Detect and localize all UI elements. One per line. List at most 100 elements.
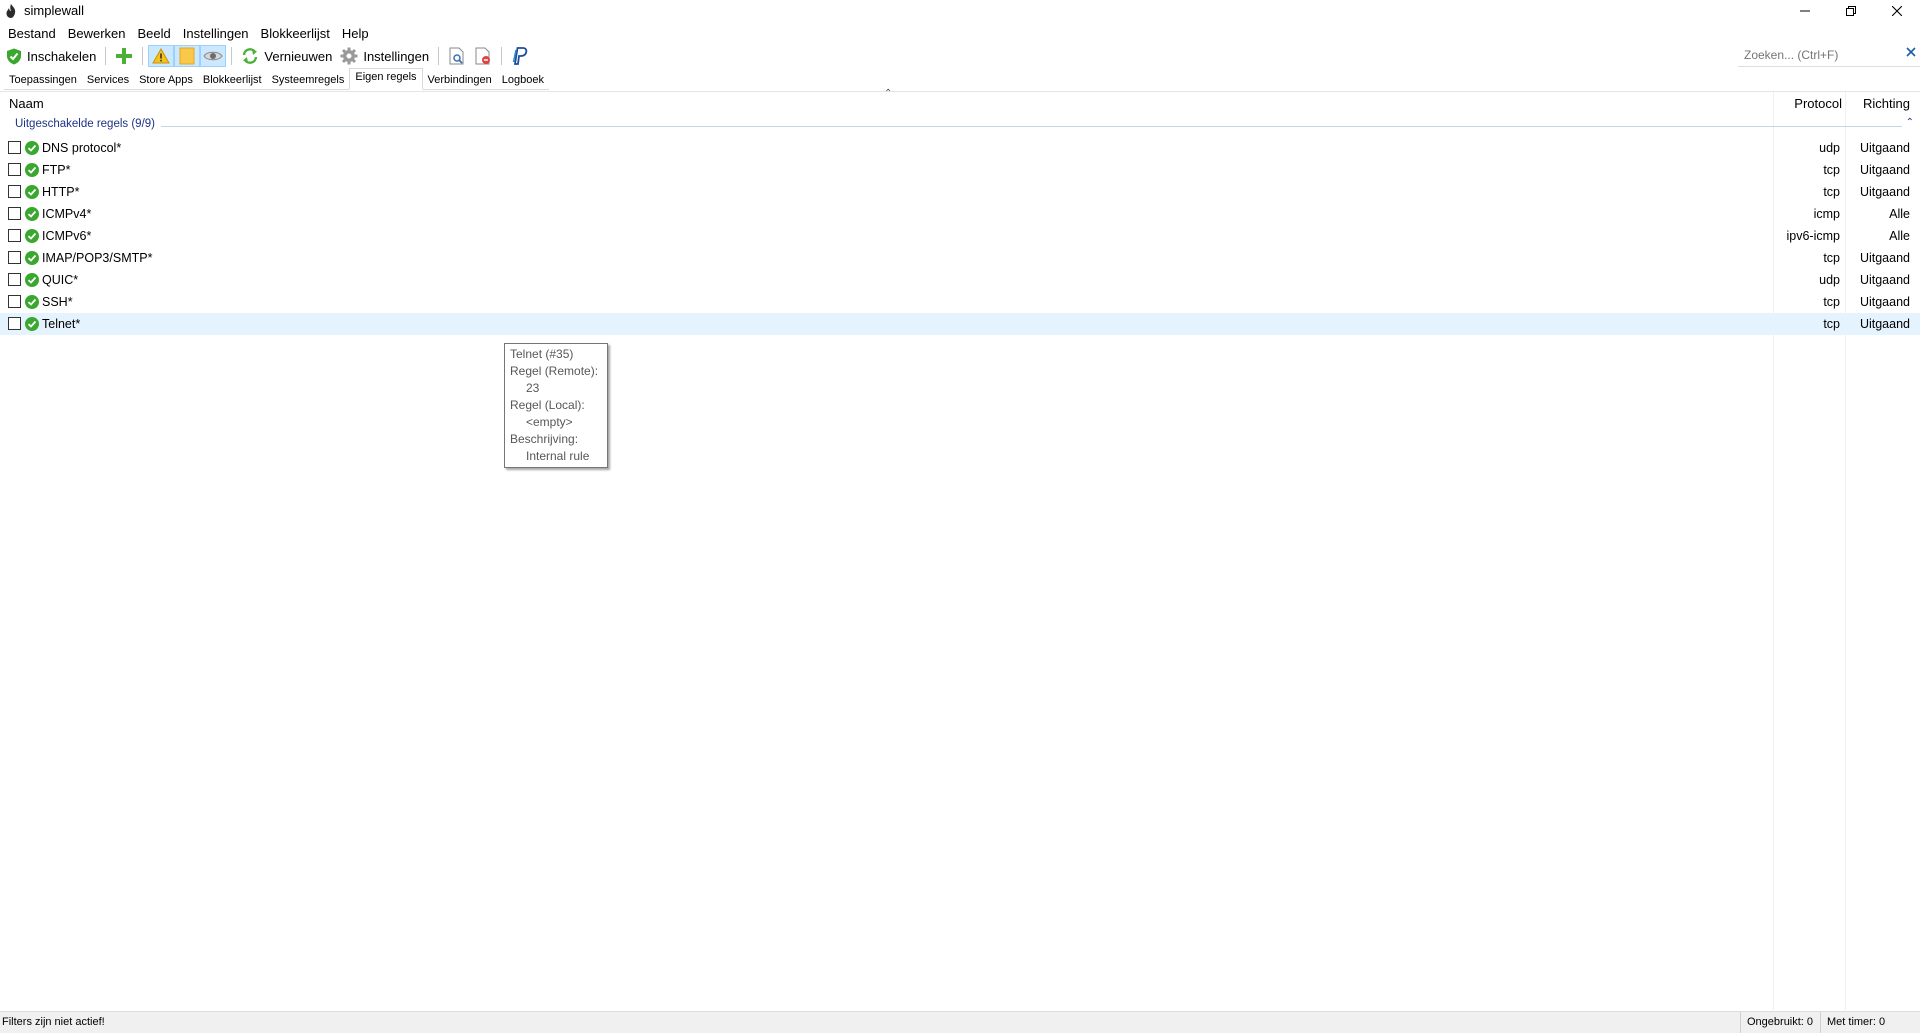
add-button[interactable] (111, 45, 137, 67)
rule-name: FTP* (42, 163, 71, 177)
list-header: ⌃ Naam Protocol Richting (0, 88, 1920, 116)
rule-name: HTTP* (42, 185, 80, 199)
table-row[interactable]: ICMPv6* ipv6-icmp Alle (0, 225, 1920, 247)
rule-name: IMAP/POP3/SMTP* (42, 251, 153, 265)
check-circle-icon (25, 251, 39, 265)
toolbar-separator (105, 47, 107, 65)
tab-services[interactable]: Services (81, 70, 135, 90)
menu-help[interactable]: Help (336, 24, 375, 44)
table-row[interactable]: ICMPv4* icmp Alle (0, 203, 1920, 225)
open-log-button[interactable] (444, 45, 470, 67)
refresh-button[interactable]: Vernieuwen (237, 45, 336, 67)
tooltip-description-label: Beschrijving: (510, 432, 579, 446)
rule-checkbox[interactable] (8, 229, 21, 242)
toolbar-separator (438, 47, 440, 65)
rule-name: ICMPv4* (42, 207, 92, 221)
rule-checkbox[interactable] (8, 273, 21, 286)
rule-direction: Uitgaand (1859, 163, 1910, 177)
group-label: Uitgeschakelde regels (9/9) (15, 118, 161, 130)
table-row[interactable]: Telnet* tcp Uitgaand (0, 313, 1920, 335)
log-clear-icon (475, 47, 491, 65)
rules-list[interactable]: ⌃ Naam Protocol Richting Uitgeschakelde … (0, 88, 1920, 1010)
enable-filters-button[interactable]: Inschakelen (0, 45, 100, 67)
restore-icon (1846, 6, 1856, 16)
table-row[interactable]: SSH* tcp Uitgaand (0, 291, 1920, 313)
rule-checkbox[interactable] (8, 141, 21, 154)
settings-label: Instellingen (363, 48, 430, 64)
table-row[interactable]: QUIC* udp Uitgaand (0, 269, 1920, 291)
menu-file[interactable]: Bestand (0, 24, 62, 44)
tooltip-remote-label: Regel (Remote): (510, 364, 599, 378)
rule-name: SSH* (42, 295, 73, 309)
rule-checkbox[interactable] (8, 185, 21, 198)
show-hide-toggle[interactable] (200, 45, 227, 67)
table-row[interactable]: IMAP/POP3/SMTP* tcp Uitgaand (0, 247, 1920, 269)
tab-connections[interactable]: Verbindingen (422, 70, 497, 90)
title-bar: simplewall (0, 0, 1920, 22)
menu-blocklist[interactable]: Blokkeerlijst (255, 24, 336, 44)
table-row[interactable]: FTP* tcp Uitgaand (0, 159, 1920, 181)
rule-protocol: tcp (1823, 185, 1840, 199)
menu-settings[interactable]: Instellingen (177, 24, 255, 44)
tooltip-local-label: Regel (Local): (510, 398, 585, 412)
window-title: simplewall (24, 3, 84, 18)
toolbar-separator (142, 47, 144, 65)
minimize-button[interactable] (1782, 0, 1828, 22)
tab-applications[interactable]: Toepassingen (4, 70, 82, 90)
donate-icon (512, 47, 528, 65)
add-icon (116, 48, 133, 64)
note-icon (179, 47, 195, 65)
rule-direction: Uitgaand (1859, 185, 1910, 199)
clear-search-icon[interactable] (1906, 47, 1916, 57)
eye-icon (203, 51, 223, 61)
log-view-icon (449, 47, 464, 65)
rule-protocol: ipv6-icmp (1786, 229, 1841, 243)
check-circle-icon (25, 317, 39, 331)
tab-blocklist[interactable]: Blokkeerlijst (197, 70, 267, 90)
rule-name: QUIC* (42, 273, 79, 287)
rule-checkbox[interactable] (8, 251, 21, 264)
rule-checkbox[interactable] (8, 317, 21, 330)
column-header-direction[interactable]: Richting (1863, 96, 1910, 111)
close-button[interactable] (1874, 0, 1920, 22)
rule-protocol: tcp (1823, 295, 1840, 309)
group-header[interactable]: Uitgeschakelde regels (9/9) ⌃ (0, 117, 1920, 134)
column-header-name[interactable]: Naam (9, 96, 44, 111)
rule-direction: Alle (1889, 229, 1910, 243)
collapse-chevron-icon[interactable]: ⌃ (1906, 117, 1914, 128)
group-divider-line (15, 126, 1902, 127)
donate-button[interactable] (507, 45, 533, 67)
table-row[interactable]: DNS protocol* udp Uitgaand (0, 137, 1920, 159)
rule-checkbox[interactable] (8, 207, 21, 220)
tab-store-apps[interactable]: Store Apps (134, 70, 198, 90)
settings-button[interactable]: Instellingen (336, 45, 433, 67)
log-toggle[interactable] (174, 45, 201, 67)
rule-tooltip: Telnet (#35) Regel (Remote): 23 Regel (L… (504, 343, 608, 468)
menu-edit[interactable]: Bewerken (62, 24, 132, 44)
search-input[interactable] (1742, 46, 1896, 64)
notifications-toggle[interactable] (148, 45, 175, 67)
table-row[interactable]: HTTP* tcp Uitgaand (0, 181, 1920, 203)
menu-view[interactable]: Beeld (132, 24, 177, 44)
tab-log[interactable]: Logboek (496, 70, 549, 90)
tab-system-rules[interactable]: Systeemregels (266, 70, 350, 90)
check-circle-icon (25, 185, 39, 199)
rule-protocol: tcp (1823, 163, 1840, 177)
tooltip-description-value: Internal rule (526, 449, 590, 463)
tooltip-remote-value: 23 (526, 381, 540, 395)
toolbar: Inschakelen Vernieuwen Instellingen (0, 44, 1920, 68)
clear-log-button[interactable] (470, 45, 496, 67)
column-header-protocol[interactable]: Protocol (1794, 96, 1842, 111)
rule-checkbox[interactable] (8, 163, 21, 176)
check-circle-icon (25, 141, 39, 155)
tab-user-rules[interactable]: Eigen regels (349, 68, 423, 90)
check-circle-icon (25, 273, 39, 287)
restore-button[interactable] (1828, 0, 1874, 22)
rule-direction: Uitgaand (1859, 273, 1910, 287)
rule-checkbox[interactable] (8, 295, 21, 308)
sort-caret-icon: ⌃ (884, 88, 893, 99)
check-circle-icon (25, 207, 39, 221)
search-box (1738, 44, 1920, 67)
timer-count: Met timer: 0 (1820, 1012, 1891, 1033)
tooltip-local-value: <empty> (526, 415, 573, 429)
